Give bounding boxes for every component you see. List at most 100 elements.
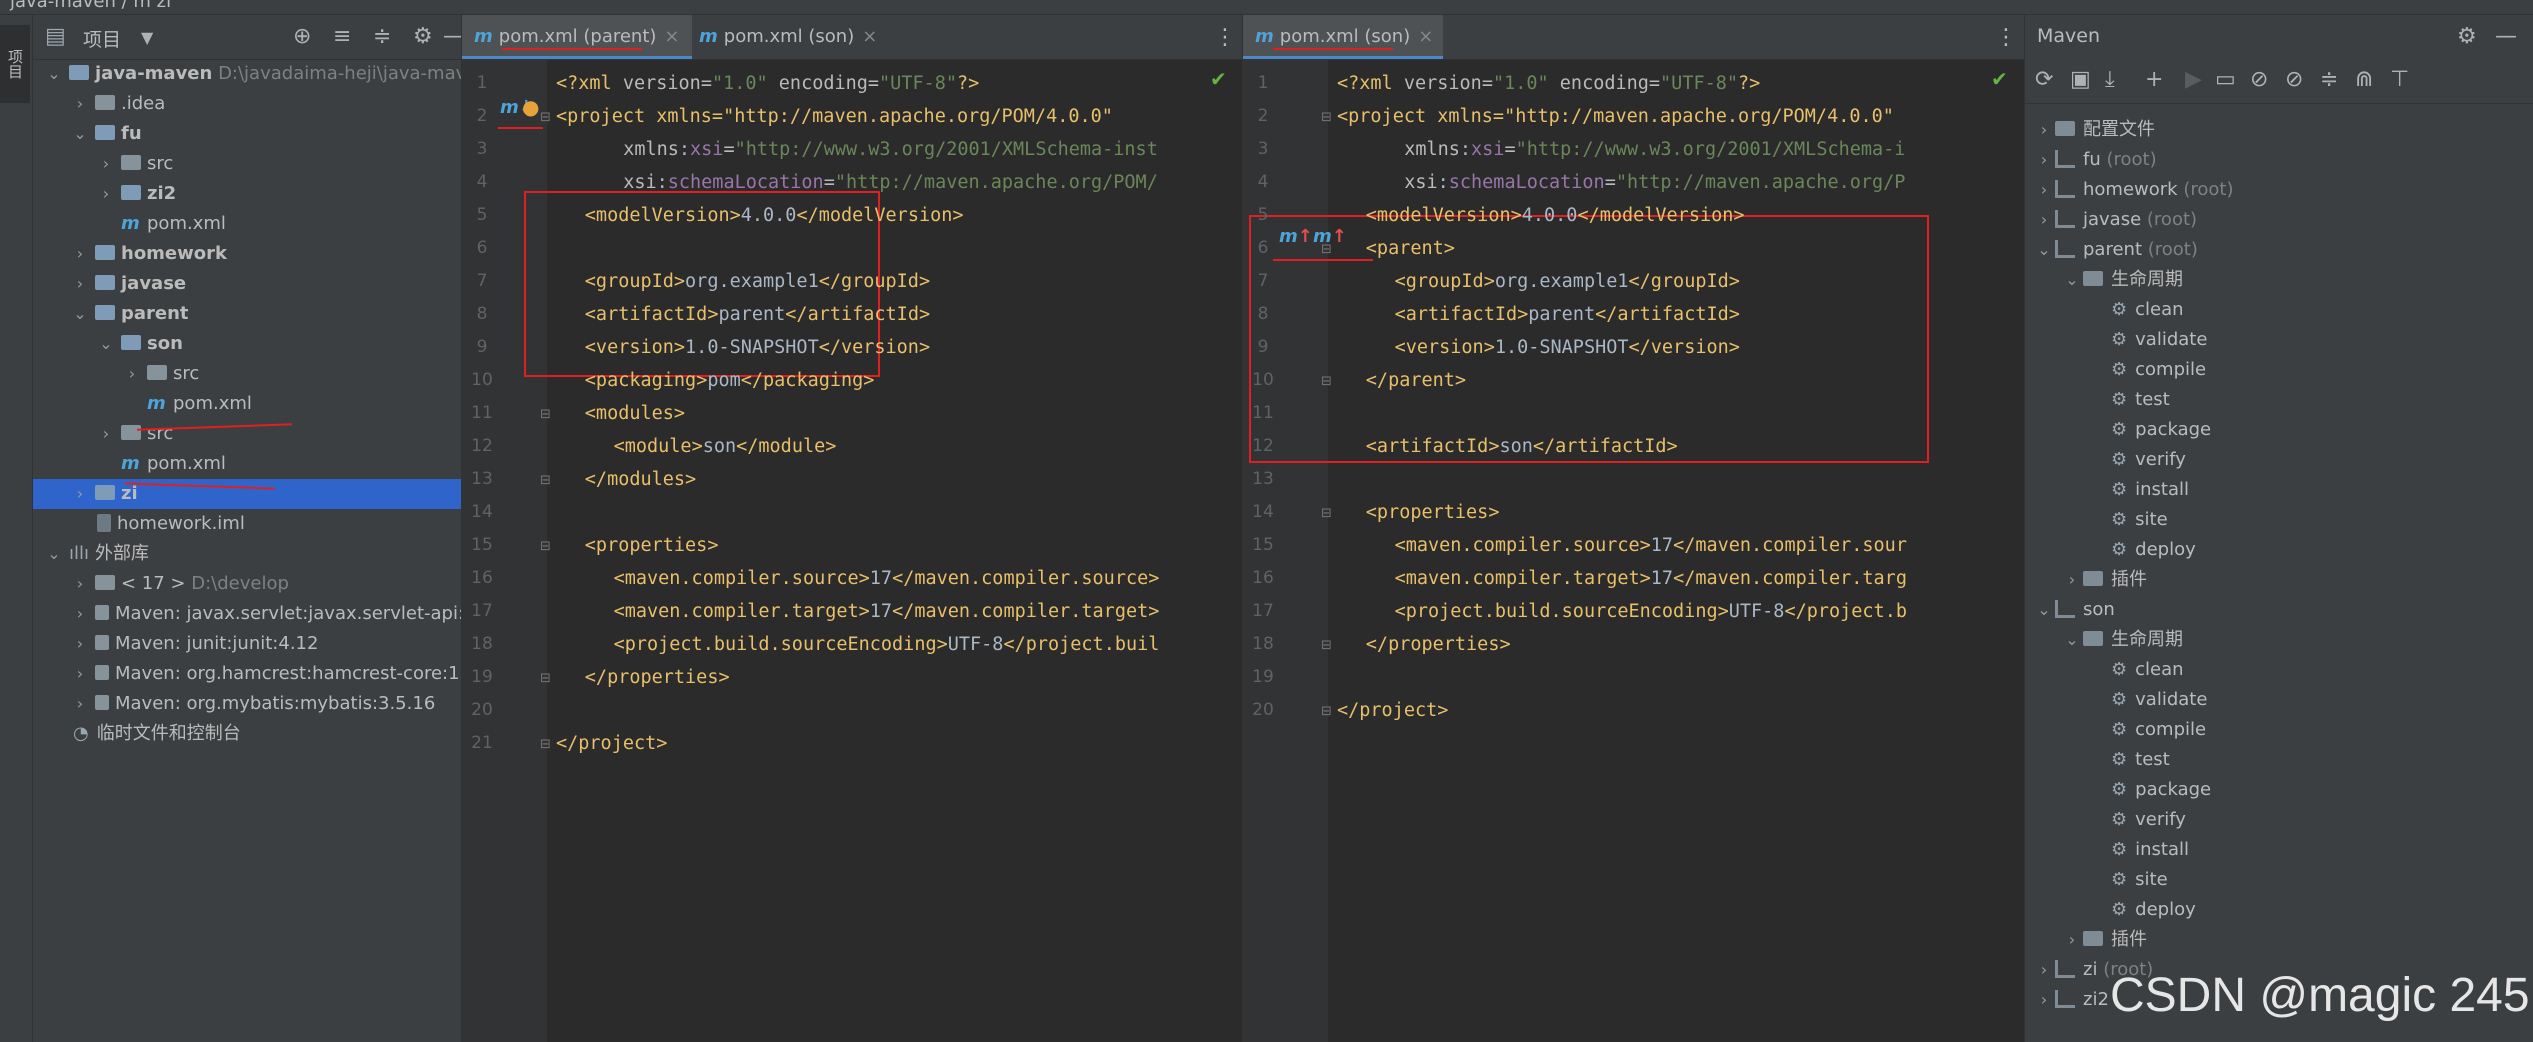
chevron-right-icon[interactable]: › xyxy=(2061,925,2083,955)
lightbulb-icon[interactable]: ● xyxy=(522,95,539,119)
chevron-down-icon[interactable]: ⌄ xyxy=(2061,265,2083,295)
project-tool-tab[interactable]: 项目 xyxy=(0,25,30,103)
code-line[interactable]: xsi:schemaLocation="http://maven.apache.… xyxy=(1404,166,1905,199)
settings-gear-icon[interactable]: ⚙ xyxy=(413,24,433,49)
maven-tree-item[interactable]: ⚙ verify xyxy=(2089,445,2186,475)
chevron-right-icon[interactable]: › xyxy=(69,479,91,509)
chevron-right-icon[interactable]: › xyxy=(2033,205,2055,235)
maven-tree-item[interactable]: ⚙ validate xyxy=(2089,325,2207,355)
tree-item-lib-mybatis[interactable]: › Maven: org.mybatis:mybatis:3.5.16 xyxy=(33,689,461,719)
maven-tree-item[interactable]: ⚙ install xyxy=(2089,835,2189,865)
chevron-down-icon[interactable]: ⌄ xyxy=(95,329,117,359)
chevron-down-icon[interactable]: ⌄ xyxy=(2061,625,2083,655)
generate-sources-icon[interactable]: ▣ xyxy=(2070,67,2091,92)
close-icon[interactable]: × xyxy=(664,26,679,47)
code-line[interactable]: <modelVersion>4.0.0</modelVersion> xyxy=(585,199,964,232)
fold-marker-icon[interactable]: ⊟ xyxy=(1321,704,1332,719)
tree-item-javase[interactable]: › javase xyxy=(33,269,461,299)
code-line[interactable]: <parent> xyxy=(1366,232,1455,265)
fold-marker-icon[interactable]: ⊟ xyxy=(1321,242,1332,257)
fold-marker-icon[interactable]: ⊟ xyxy=(540,539,551,554)
code-line[interactable]: </properties> xyxy=(1366,628,1511,661)
maven-tree-item[interactable]: › 配置文件 xyxy=(2033,115,2155,145)
chevron-down-icon[interactable]: ⌄ xyxy=(43,59,65,89)
code-line[interactable]: <properties> xyxy=(1366,496,1500,529)
tree-item-son[interactable]: ⌄ son xyxy=(33,329,461,359)
chevron-right-icon[interactable]: › xyxy=(69,689,91,719)
chevron-right-icon[interactable]: › xyxy=(95,179,117,209)
fold-marker-icon[interactable]: ⊟ xyxy=(1321,506,1332,521)
maven-tree-item[interactable]: ⚙ clean xyxy=(2089,655,2184,685)
tree-item-fu-pom[interactable]: m pom.xml xyxy=(33,209,461,239)
chevron-right-icon[interactable]: › xyxy=(69,629,91,659)
code-line[interactable]: <artifactId>parent</artifactId> xyxy=(585,298,930,331)
chevron-down-icon[interactable]: ⌄ xyxy=(2033,235,2055,265)
code-line[interactable]: <maven.compiler.source>17</maven.compile… xyxy=(1395,529,1907,562)
fold-marker-icon[interactable]: ⊟ xyxy=(1321,374,1332,389)
maven-tree-item[interactable]: ⚙ package xyxy=(2089,775,2211,805)
reload-icon[interactable]: ⟳ xyxy=(2035,67,2053,92)
skip-tests-icon[interactable]: ⊘ xyxy=(2285,67,2303,92)
code-line[interactable]: <project.build.sourceEncoding>UTF-8</pro… xyxy=(614,628,1160,661)
maven-tree-item[interactable]: › zi2 xyxy=(2033,985,2109,1015)
fold-marker-icon[interactable]: ⊟ xyxy=(540,737,551,752)
maven-tree-item[interactable]: › 插件 xyxy=(2061,565,2147,595)
tree-item-zi2[interactable]: › zi2 xyxy=(33,179,461,209)
chevron-right-icon[interactable]: › xyxy=(2033,145,2055,175)
tree-item-parent[interactable]: ⌄ parent xyxy=(33,299,461,329)
maven-tree-item[interactable]: ⚙ deploy xyxy=(2089,535,2196,565)
collapse-icon[interactable]: ≑ xyxy=(2320,67,2338,92)
chevron-right-icon[interactable]: › xyxy=(2033,175,2055,205)
hide-panel-icon[interactable]: — xyxy=(2495,24,2517,49)
code-line[interactable]: <module>son</module> xyxy=(614,430,837,463)
close-icon[interactable]: × xyxy=(862,26,877,47)
tab-menu-icon[interactable]: ⋮ xyxy=(1214,25,1236,50)
maven-tree-item[interactable]: ⚙ site xyxy=(2089,865,2168,895)
maven-tree-item[interactable]: ⌄ son xyxy=(2033,595,2115,625)
code-line[interactable]: <project xmlns="http://maven.apache.org/… xyxy=(556,100,1113,133)
chevron-right-icon[interactable]: › xyxy=(95,149,117,179)
maven-tree-item[interactable]: ⌄ 生命周期 xyxy=(2061,625,2183,655)
fold-marker-icon[interactable]: ⊟ xyxy=(540,407,551,422)
tree-item-scratches[interactable]: ◔ 临时文件和控制台 xyxy=(33,719,461,749)
tree-item-java-maven[interactable]: ⌄ java-maven D:\javadaima-heji\java-maven xyxy=(33,59,461,89)
collapse-all-icon[interactable]: ≑ xyxy=(373,24,391,49)
tree-item-fu-src[interactable]: › src xyxy=(33,149,461,179)
code-line[interactable]: <packaging>pom</packaging> xyxy=(585,364,875,397)
code-line[interactable]: <groupId>org.example1</groupId> xyxy=(1395,265,1740,298)
analyze-icon[interactable]: ⊤ xyxy=(2390,67,2409,92)
chevron-right-icon[interactable]: › xyxy=(95,419,117,449)
maven-tree-item[interactable]: ⚙ deploy xyxy=(2089,895,2196,925)
tree-item-parent-pom[interactable]: m pom.xml xyxy=(33,449,461,479)
maven-tree-item[interactable]: ⚙ verify xyxy=(2089,805,2186,835)
maven-tree-item[interactable]: ⚙ test xyxy=(2089,385,2170,415)
maven-tree-item[interactable]: ⚙ test xyxy=(2089,745,2170,775)
settings-gear-icon[interactable]: ⚙ xyxy=(2457,24,2477,49)
chevron-down-icon[interactable]: ⌄ xyxy=(69,119,91,149)
toggle-offline-icon[interactable]: ⊘ xyxy=(2250,67,2268,92)
chevron-right-icon[interactable]: › xyxy=(2061,565,2083,595)
tab-pom-son-right[interactable]: m pom.xml (son) × xyxy=(1243,15,1443,59)
tree-item-zi[interactable]: › zi xyxy=(33,479,461,509)
chevron-down-icon[interactable]: ⌄ xyxy=(69,299,91,329)
maven-tree-item[interactable]: ⚙ compile xyxy=(2089,715,2206,745)
tab-menu-icon[interactable]: ⋮ xyxy=(1995,25,2017,50)
tree-item-lib-hamcrest[interactable]: › Maven: org.hamcrest:hamcrest-core:1.3 xyxy=(33,659,461,689)
chevron-right-icon[interactable]: › xyxy=(69,269,91,299)
chevron-down-icon[interactable]: ⌄ xyxy=(43,539,65,569)
code-line[interactable]: xmlns:xsi="http://www.w3.org/2001/XMLSch… xyxy=(623,133,1158,166)
expand-all-icon[interactable]: ≡ xyxy=(333,24,351,49)
maven-tree-item[interactable]: › 插件 xyxy=(2061,925,2147,955)
fold-marker-icon[interactable]: ⊟ xyxy=(540,671,551,686)
code-line[interactable]: </project> xyxy=(1337,694,1448,727)
tab-pom-parent[interactable]: m pom.xml (parent) × xyxy=(462,15,692,59)
chevron-right-icon[interactable]: › xyxy=(69,239,91,269)
code-line[interactable]: <groupId>org.example1</groupId> xyxy=(585,265,930,298)
run-icon[interactable]: ▶ xyxy=(2185,67,2202,92)
code-line[interactable]: <version>1.0-SNAPSHOT</version> xyxy=(585,331,930,364)
show-dependencies-icon[interactable]: ⋒ xyxy=(2355,67,2373,92)
tree-item-son-src[interactable]: › src xyxy=(33,359,461,389)
view-dropdown-icon[interactable]: ▼ xyxy=(141,28,153,47)
fold-marker-icon[interactable]: ⊟ xyxy=(540,473,551,488)
fold-marker-icon[interactable]: ⊟ xyxy=(1321,638,1332,653)
